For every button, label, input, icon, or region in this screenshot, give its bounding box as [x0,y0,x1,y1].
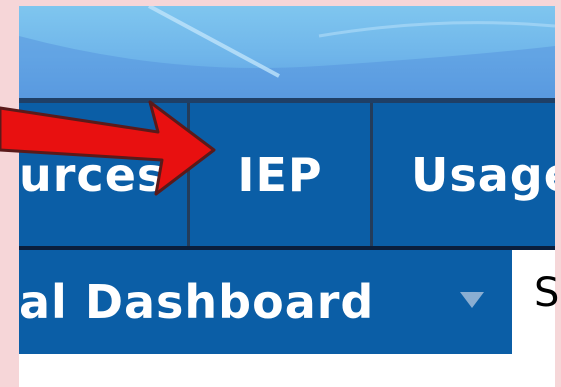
dashboard-selector[interactable]: al Dashboard [19,250,512,354]
tab-usage-label: Usage [411,147,555,202]
tab-iep-label: IEP [237,147,323,202]
frame-left [0,0,19,387]
frame-right [555,0,561,387]
main-nav-bar: urces IEP Usage [19,98,555,250]
tab-resources-label: urces [19,147,166,202]
tab-iep[interactable]: IEP [190,103,370,246]
tab-usage[interactable]: Usage [411,103,555,246]
tab-resources[interactable]: urces [19,103,187,246]
header-banner [19,6,555,98]
subnav-next-item[interactable]: S [534,270,559,316]
banner-swoosh [19,6,555,98]
chevron-down-icon[interactable] [460,292,484,308]
nav-separator [370,103,373,246]
dashboard-selector-label: al Dashboard [19,275,375,329]
